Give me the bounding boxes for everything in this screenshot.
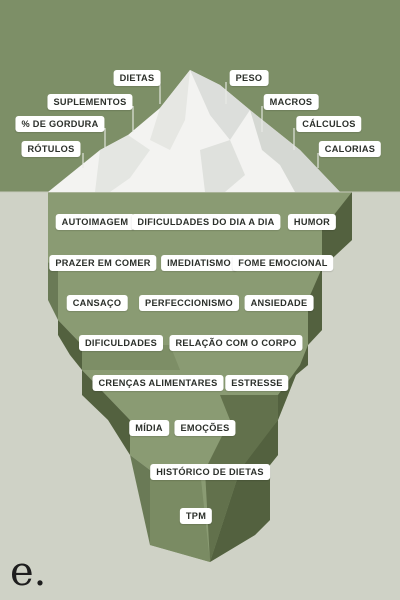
label-macros: MACROS [263, 94, 319, 110]
label-dietas: DIETAS [113, 70, 161, 86]
brand-logo: e. [10, 549, 47, 595]
label-suplementos: SUPLEMENTOS [47, 94, 133, 110]
label-dificuldades: DIFICULDADES [79, 335, 163, 351]
label-calculos: CÁLCULOS [296, 116, 362, 132]
label-perfeccionismo: PERFECCIONISMO [139, 295, 239, 311]
label-humor: HUMOR [287, 214, 337, 230]
label-fome-emocional: FOME EMOCIONAL [232, 255, 334, 271]
label-autoimagem: AUTOIMAGEM [55, 214, 135, 230]
iceberg-diagram: DIETAS PESO SUPLEMENTOS MACROS % DE GORD… [0, 0, 400, 600]
label-tpm: TPM [179, 508, 213, 524]
label-prazer-em-comer: PRAZER EM COMER [49, 255, 157, 271]
label-ansiedade: ANSIEDADE [244, 295, 314, 311]
label-dificuldades-do-dia-a-dia: DIFICULDADES DO DIA A DIA [131, 214, 281, 230]
label-gordura: % DE GORDURA [15, 116, 105, 132]
label-relacao-com-o-corpo: RELAÇÃO COM O CORPO [169, 335, 303, 351]
label-calorias: CALORIAS [318, 141, 382, 157]
label-emocoes: EMOÇÕES [174, 420, 236, 436]
label-rotulos: RÓTULOS [21, 141, 81, 157]
label-estresse: ESTRESSE [225, 375, 289, 391]
label-crencas-alimentares: CRENÇAS ALIMENTARES [92, 375, 224, 391]
label-imediatismo: IMEDIATISMO [161, 255, 237, 271]
label-historico-de-dietas: HISTÓRICO DE DIETAS [150, 464, 270, 480]
label-midia: MÍDIA [129, 420, 169, 436]
label-peso: PESO [229, 70, 269, 86]
label-cansaco: CANSAÇO [66, 295, 128, 311]
